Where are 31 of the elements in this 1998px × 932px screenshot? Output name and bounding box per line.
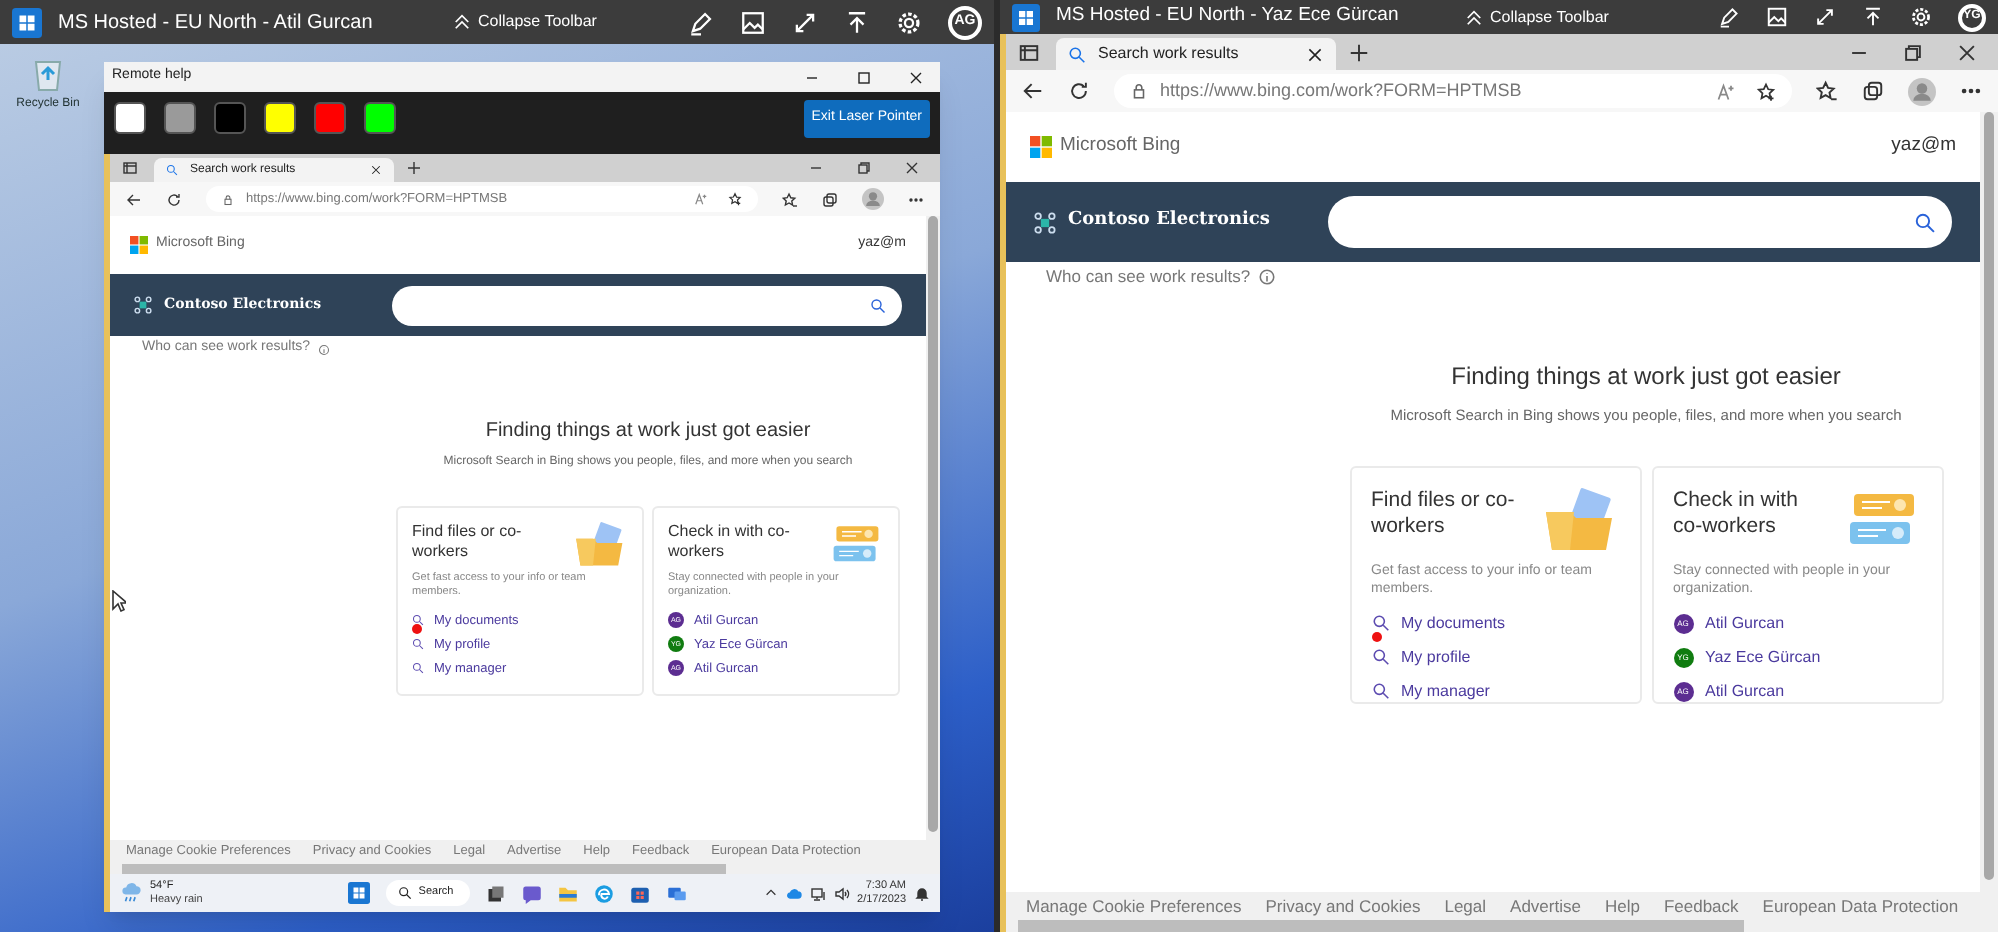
bing-brand[interactable]: Microsoft Bing xyxy=(1060,132,1181,162)
footer-link[interactable]: Advertise xyxy=(1510,893,1581,919)
footer-link[interactable]: Legal xyxy=(1444,893,1487,919)
footer-link[interactable]: European Data Protection xyxy=(1762,893,1959,919)
collapse-toolbar-button[interactable]: Collapse Toolbar xyxy=(452,0,597,44)
tab-title: Search work results xyxy=(1098,42,1239,66)
user-email[interactable]: yaz@m xyxy=(1891,132,1956,162)
collapse-toolbar-button[interactable]: Collapse Toolbar xyxy=(1464,0,1609,34)
card-link[interactable]: My profile xyxy=(1401,645,1471,670)
url-field[interactable]: https://www.bing.com/work?FORM=HPTMSB xyxy=(1114,74,1792,108)
card-link[interactable]: Atil Gurcan xyxy=(1705,679,1785,704)
session-title: MS Hosted - EU North - Atil Gurcan xyxy=(58,9,373,37)
page-heading: Finding things at work just got easier xyxy=(1451,360,1841,394)
url-text: https://www.bing.com/work?FORM=HPTMSB xyxy=(1160,77,1522,104)
org-name: Contoso Electronics xyxy=(1068,208,1272,235)
footer-link[interactable]: Privacy and Cookies xyxy=(1265,893,1421,919)
card-link[interactable]: Atil Gurcan xyxy=(1705,611,1785,636)
card-title: Check in with co-workers xyxy=(1673,488,1800,541)
card-title: Check in with co-workers xyxy=(668,522,792,562)
card-link[interactable]: Yaz Ece Gürcan xyxy=(1705,645,1821,670)
footer-link[interactable]: Manage Cookie Preferences xyxy=(1026,893,1242,919)
page-heading: Finding things at work just got easier xyxy=(485,418,811,446)
card-link[interactable]: My manager xyxy=(1401,679,1490,704)
card-link[interactable]: My documents xyxy=(1401,611,1506,636)
footer-link[interactable]: Feedback xyxy=(1663,893,1739,919)
browser-tab[interactable]: Search work results xyxy=(1056,38,1336,70)
footer-link[interactable]: Help xyxy=(1604,893,1640,919)
session-title: MS Hosted - EU North - Yaz Ece Gürcan xyxy=(1056,2,1399,31)
card-title: Find files or co-workers xyxy=(1371,488,1517,541)
card-title: Find files or co-workers xyxy=(412,522,524,562)
work-results-link[interactable]: Who can see work results? xyxy=(1046,264,1251,290)
